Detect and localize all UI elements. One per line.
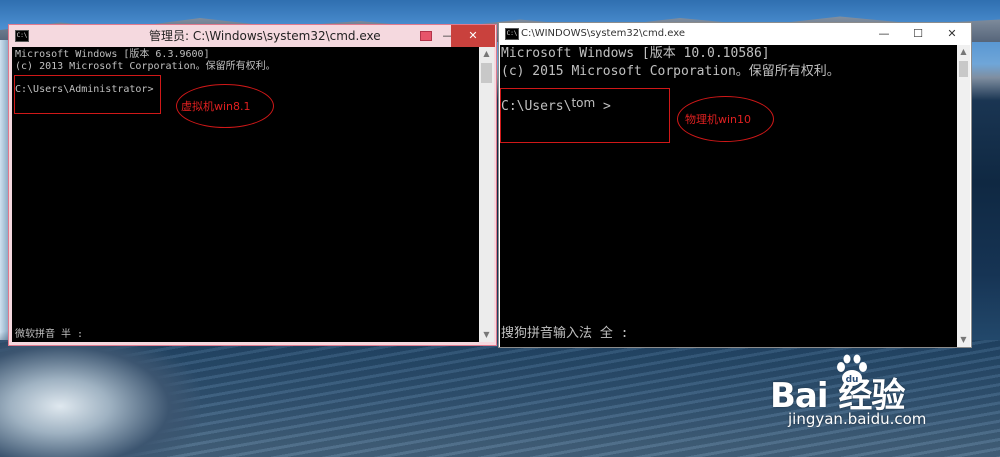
- ime-status: 搜狗拼音输入法 全 :: [501, 326, 629, 341]
- scroll-down-icon[interactable]: ▼: [957, 333, 970, 347]
- cmd-window-win10[interactable]: C:\ C:\WINDOWS\system32\cmd.exe — ☐ ✕ Mi…: [498, 22, 972, 348]
- highlight-box-right: [500, 88, 670, 143]
- maximize-button[interactable]: ☐: [901, 23, 935, 45]
- minimize-button[interactable]: —: [867, 23, 901, 45]
- annotation-label-left: 虚拟机win8.1: [181, 100, 251, 113]
- console-line: (c) 2015 Microsoft Corporation。保留所有权利。: [501, 64, 840, 79]
- close-button[interactable]: ✕: [935, 23, 969, 45]
- vertical-scrollbar[interactable]: ▲ ▼: [479, 47, 494, 342]
- restore-button[interactable]: [415, 25, 437, 47]
- restore-icon: [420, 31, 432, 41]
- cmd-icon[interactable]: C:\: [15, 30, 29, 42]
- console-line: Microsoft Windows [版本 6.3.9600]: [15, 49, 210, 60]
- close-button[interactable]: ✕: [451, 25, 495, 47]
- title-bar[interactable]: C:\ C:\WINDOWS\system32\cmd.exe — ☐ ✕: [499, 23, 971, 45]
- scroll-up-icon[interactable]: ▲: [479, 47, 494, 61]
- scroll-thumb[interactable]: [481, 63, 492, 83]
- window-title: 管理员: C:\Windows\system32\cmd.exe: [149, 29, 381, 43]
- vertical-scrollbar[interactable]: ▲ ▼: [957, 45, 970, 347]
- ime-status: 微软拼音 半 :: [15, 329, 84, 340]
- window-title: C:\WINDOWS\system32\cmd.exe: [521, 28, 685, 39]
- title-bar[interactable]: C:\ 管理员: C:\Windows\system32\cmd.exe — ✕: [9, 25, 496, 47]
- console-line: Microsoft Windows [版本 10.0.10586]: [501, 46, 770, 61]
- console-line: (c) 2013 Microsoft Corporation。保留所有权利。: [15, 61, 276, 72]
- annotation-label-right: 物理机win10: [685, 113, 752, 126]
- svg-text:du: du: [846, 375, 859, 385]
- baidu-jingyan-watermark: Bai 经验 du jingyan.baidu.com: [760, 350, 960, 440]
- scroll-down-icon[interactable]: ▼: [479, 328, 494, 342]
- watermark-url: jingyan.baidu.com: [788, 410, 927, 428]
- highlight-box-left: [14, 75, 161, 114]
- cmd-icon[interactable]: C:\: [505, 28, 519, 40]
- scroll-up-icon[interactable]: ▲: [957, 45, 970, 59]
- scroll-thumb[interactable]: [959, 61, 968, 77]
- cmd-window-win81[interactable]: C:\ 管理员: C:\Windows\system32\cmd.exe — ✕…: [8, 24, 497, 346]
- icy-rocks: [0, 330, 200, 457]
- paw-icon: du: [837, 354, 867, 386]
